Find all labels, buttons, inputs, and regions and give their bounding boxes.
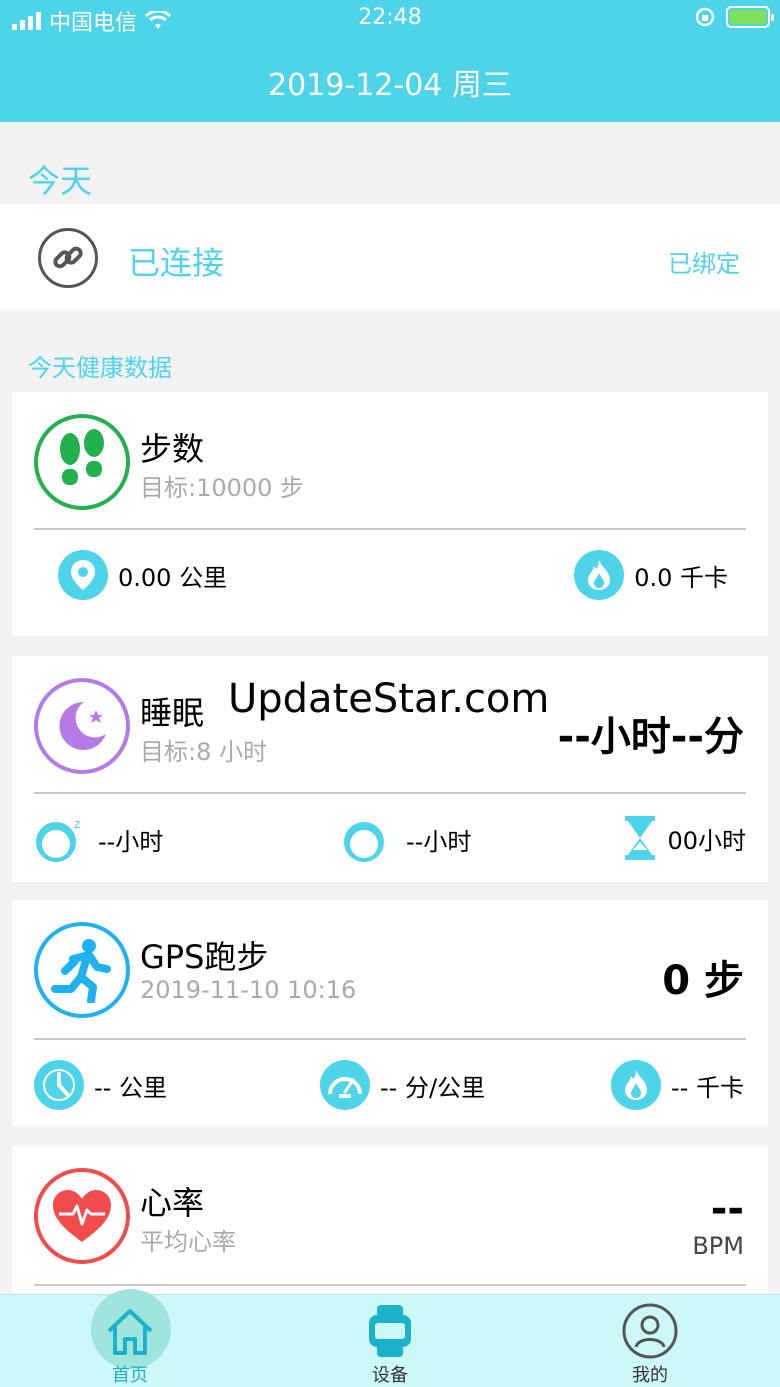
sleep-total: --小时--分 [557, 714, 744, 760]
sleep-title: 睡眠 [140, 694, 205, 732]
status-right [694, 6, 774, 28]
heart-subtitle: 平均心率 [140, 1228, 236, 1256]
connection-status: 已连接 [128, 244, 225, 282]
app-header: 中国电信 22:48 2019-12-04 周三 [0, 0, 780, 122]
running-icon [34, 922, 130, 1018]
bound-status[interactable]: 已绑定 [668, 244, 740, 279]
gps-distance: -- 公里 [34, 1060, 167, 1110]
gps-pace-value: -- 分/公里 [380, 1073, 486, 1102]
flame-icon [611, 1060, 662, 1110]
steps-card[interactable]: 步数 目标:10000 步 0.00 公里 0.0 千卡 [12, 392, 768, 636]
divider [34, 792, 746, 794]
sleep-light: --小时 [342, 814, 471, 864]
gps-calories-value: -- 千卡 [671, 1073, 744, 1102]
watermark: UpdateStar.com [228, 676, 550, 722]
gps-run-card[interactable]: GPS跑步 2019-11-10 10:16 0 步 -- 公里 -- 分/公里… [12, 900, 768, 1126]
user-icon [622, 1303, 678, 1359]
gps-pace: -- 分/公里 [320, 1060, 485, 1110]
heart-title: 心率 [140, 1184, 205, 1222]
sleep-goal: 目标:8 小时 [140, 738, 267, 766]
tab-home-label: 首页 [112, 1365, 148, 1386]
sleep-deep: z --小时 [34, 814, 163, 864]
today-label: 今天 [28, 162, 93, 200]
steps-calories-value: 0.0 千卡 [634, 563, 728, 592]
sleep-awake: 00小时 [623, 814, 746, 862]
tab-profile-label: 我的 [632, 1365, 668, 1386]
heart-unit: BPM [692, 1232, 744, 1260]
tab-device-label: 设备 [372, 1365, 408, 1386]
sleep-light-value: --小时 [406, 827, 472, 856]
gps-datetime: 2019-11-10 10:16 [140, 976, 357, 1004]
rotation-lock-icon [695, 7, 715, 27]
battery-icon [726, 6, 774, 28]
sleeping-face-icon: z [36, 817, 80, 862]
tab-bar: 首页 设备 我的 [0, 1289, 780, 1387]
link-icon [38, 228, 98, 288]
gps-distance-value: -- 公里 [94, 1073, 167, 1102]
tab-profile[interactable]: 我的 [590, 1295, 710, 1387]
gps-title: GPS跑步 [140, 938, 269, 976]
gps-steps: 0 步 [662, 958, 744, 1004]
status-bar: 中国电信 22:48 [0, 0, 780, 40]
speedometer-icon [320, 1060, 370, 1110]
sleep-deep-value: --小时 [98, 827, 164, 856]
steps-distance-value: 0.00 公里 [118, 563, 228, 592]
hourglass-icon [625, 816, 656, 860]
divider [34, 528, 746, 530]
heart-rate-card[interactable]: 心率 平均心率 -- BPM [12, 1146, 768, 1306]
steps-distance: 0.00 公里 [58, 550, 227, 600]
svg-text:z: z [74, 817, 80, 831]
flame-icon [574, 550, 625, 600]
clock: 22:48 [358, 5, 422, 30]
health-data-label: 今天健康数据 [28, 354, 172, 382]
page-title: 2019-12-04 周三 [268, 68, 512, 103]
heart-value: -- [710, 1186, 744, 1232]
sleep-awake-value: 00小时 [667, 826, 746, 855]
watch-icon [369, 1305, 411, 1357]
tab-home[interactable]: 首页 [70, 1295, 190, 1387]
footprints-icon [34, 414, 130, 510]
heart-icon [34, 1168, 130, 1264]
clock-icon [34, 1060, 84, 1110]
tab-device[interactable]: 设备 [330, 1295, 450, 1387]
location-pin-icon [58, 550, 108, 600]
steps-title: 步数 [140, 430, 205, 468]
steps-goal: 目标:10000 步 [140, 474, 305, 502]
divider [34, 1038, 746, 1040]
gps-calories: -- 千卡 [611, 1060, 744, 1110]
moon-icon [34, 678, 130, 774]
divider [34, 1284, 746, 1286]
steps-calories: 0.0 千卡 [574, 550, 728, 600]
drowsy-face-icon [344, 822, 384, 862]
connection-row[interactable]: 已连接 已绑定 [0, 204, 780, 310]
home-icon [107, 1309, 153, 1355]
